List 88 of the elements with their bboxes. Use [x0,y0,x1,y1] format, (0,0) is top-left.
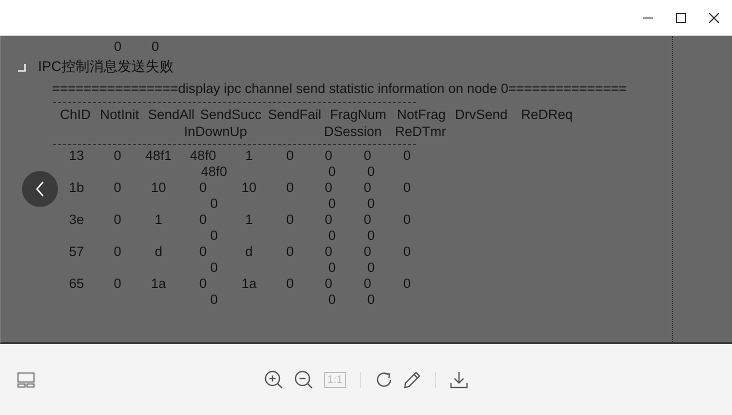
table-cell-text: 0 [366,260,376,276]
table-cell-text: 0 [112,212,122,228]
corner-icon [18,64,26,72]
column-header: ChID [60,106,92,123]
zoom-in-icon [264,370,284,390]
zoom-out-icon [294,370,314,390]
table-cell-text: 3e [68,212,86,228]
column-subheader: ReDTmr [395,123,447,140]
column-header: FragNum [330,106,388,123]
table-cell-text: 0 [327,164,337,180]
table-cell-text: 0 [362,148,372,164]
column-header: SendFail [268,106,322,123]
text-value: 0 [152,38,160,54]
table-cell-text: 65 [68,276,86,292]
table-cell-text: 0 [285,244,295,260]
table-cell-text: 0 [402,276,412,292]
close-icon [708,12,718,22]
table-cell-text: 0 [285,148,295,164]
table-cell-text: 1a [150,276,168,292]
table-cell-text: 1a [240,276,258,292]
table-cell-text: 10 [150,180,168,196]
table-cell-text: 0 [327,292,337,308]
table-cell-text: 0 [285,276,295,292]
rotate-icon [374,370,393,388]
table-cell-text: 0 [366,164,376,180]
table-cell-text: 0 [285,180,295,196]
table-cell-text: 57 [68,244,86,260]
table-cell-text: 1b [68,180,86,196]
table-cell-text: 0 [402,180,412,196]
text-value: 0 [114,38,122,54]
table-cell-text: 0 [362,180,372,196]
table-cell-text: 0 [112,180,122,196]
table-cell-text: 0 [198,276,208,292]
table-cell-text: d [244,244,254,260]
column-header: NotFrag [397,106,447,123]
table-cell-text: 1 [244,148,254,164]
thumbnails-button[interactable] [15,370,37,390]
column-header: ReDReq [521,106,574,123]
table-cell-text: 0 [362,212,372,228]
table-cell-text: 0 [285,212,295,228]
table-cell-text: 0 [209,260,219,276]
table-cell-text: 48f0 [188,148,218,164]
table-cell-text: 0 [402,212,412,228]
column-header: SendSucc [200,106,263,123]
column-header: NotInit [100,106,140,123]
table-cell-text: 0 [402,244,412,260]
column-subheader: InDownUp [184,123,248,140]
table-cell-text: 0 [402,148,412,164]
thumbnails-icon [17,372,35,388]
table-cell-text: 0 [327,228,337,244]
table-cell-text: 0 [366,196,376,212]
table-cell-text: 0 [327,260,337,276]
heading-text: IPC控制消息发送失败 [38,58,174,76]
column-header: DrvSend [455,106,509,123]
table-cell-text: 0 [198,180,208,196]
table-cell-text: 48f0 [200,164,228,180]
table-cell-text: 10 [240,180,258,196]
table-cell-text: 48f1 [144,148,173,164]
table-cell-text: 0 [362,276,372,292]
table-cell-text: 0 [198,212,208,228]
table-cell-text: 0 [324,212,334,228]
table-cell-text: 1 [244,212,254,228]
table-cell-text: 0 [198,244,208,260]
table-cell-text: 0 [209,228,219,244]
download-icon [450,370,468,388]
maximize-icon [676,12,686,22]
table-cell-text: 0 [366,292,376,308]
pencil-icon [402,370,421,388]
table-cell-text: 0 [209,196,219,212]
table-cell-text: 0 [362,244,372,260]
table-cell-text: 0 [324,276,334,292]
banner-text: ================display ipc channel send statistic information on node 0=============== [51,80,628,98]
table-cell-text: 0 [324,180,334,196]
chevron-left-icon [35,181,45,197]
table-cell-text: 0 [209,292,219,308]
table-cell-text: 0 [112,148,122,164]
table-cell-text: 1 [154,212,164,228]
table-cell-text: 0 [324,244,334,260]
table-cell-text: 0 [112,244,122,260]
table-cell-text: d [154,244,164,260]
table-cell-text: 0 [112,276,122,292]
previous-button[interactable] [22,171,58,207]
table-cell-text: 0 [324,148,334,164]
column-subheader: DSession [324,123,383,140]
column-header: SendAll [148,106,196,123]
table-cell-text: 13 [68,148,86,164]
table-cell-text: 0 [327,196,337,212]
table-cell-text: 0 [366,228,376,244]
